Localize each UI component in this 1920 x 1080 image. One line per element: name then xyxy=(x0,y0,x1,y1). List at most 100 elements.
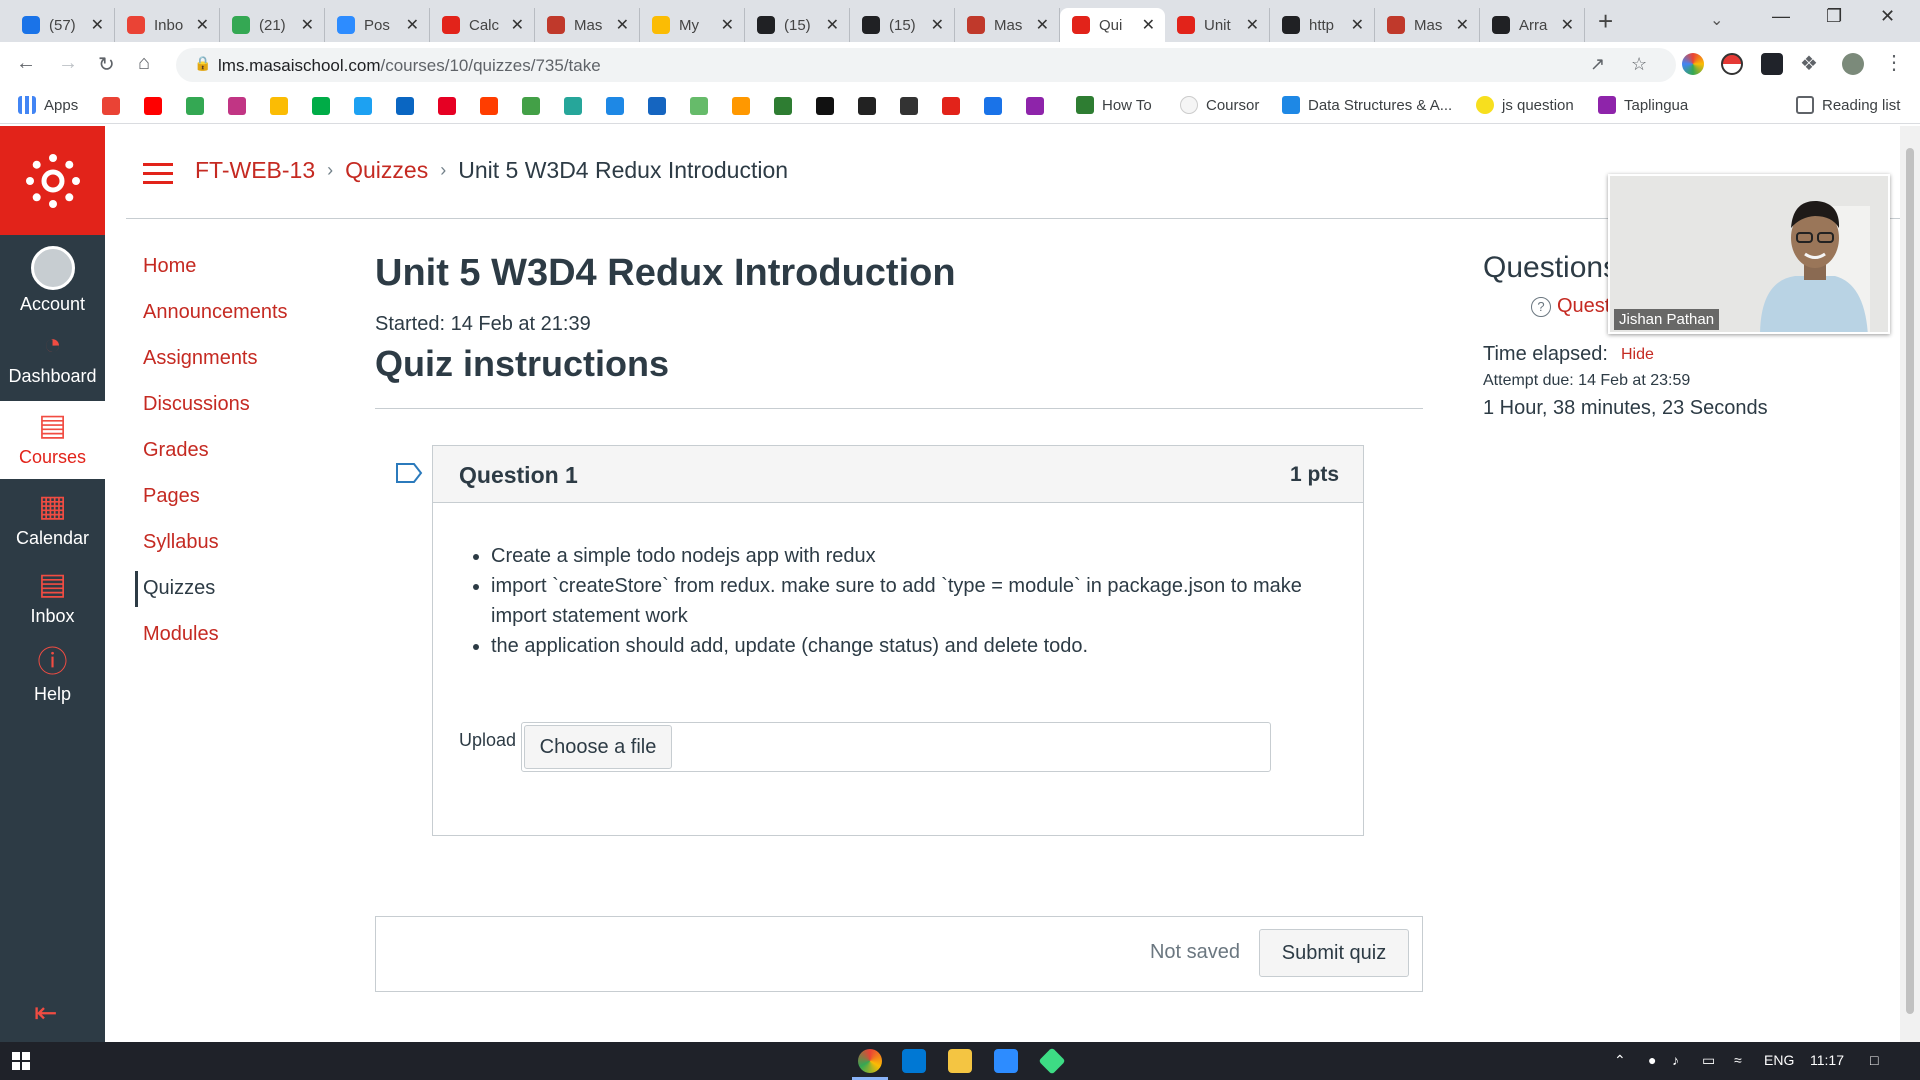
tab-close-icon[interactable]: ✕ xyxy=(1351,15,1364,35)
global-nav-dashboard[interactable]: ◔ Dashboard xyxy=(0,320,105,396)
browser-tab[interactable]: Calc ✕ xyxy=(430,8,535,42)
browser-tab[interactable]: Mas ✕ xyxy=(1375,8,1480,42)
course-nav-modules[interactable]: Modules xyxy=(143,623,219,646)
file-upload-field[interactable]: Choose a file xyxy=(521,722,1271,772)
bookmark-favicon-icon[interactable] xyxy=(438,97,456,115)
bookmark-favicon-icon[interactable] xyxy=(270,97,288,115)
bookmark-favicon-icon[interactable] xyxy=(690,97,708,115)
bookmark-favicon-icon[interactable] xyxy=(144,97,162,115)
bookmark-favicon-icon[interactable] xyxy=(774,97,792,115)
wifi-icon[interactable]: ≈ xyxy=(1734,1052,1742,1068)
bookmark-favicon-icon[interactable] xyxy=(942,97,960,115)
app-taskbar-icon[interactable] xyxy=(1038,1047,1066,1075)
browser-tab[interactable]: Qui ✕ xyxy=(1060,8,1165,42)
microphone-icon[interactable]: ● xyxy=(1648,1052,1656,1068)
course-nav-quizzes[interactable]: Quizzes xyxy=(143,577,215,600)
menu-kebab-icon[interactable]: ⋮ xyxy=(1884,50,1904,75)
notifications-icon[interactable]: □ xyxy=(1870,1052,1878,1068)
volume-icon[interactable]: ♪ xyxy=(1672,1052,1679,1068)
extensions-puzzle-icon[interactable]: ❖ xyxy=(1800,51,1818,76)
tab-close-icon[interactable]: ✕ xyxy=(1246,15,1259,35)
profile-avatar-icon[interactable] xyxy=(1842,53,1864,75)
global-nav-calendar[interactable]: ▦ Calendar xyxy=(0,482,105,558)
bookmark-favicon-icon[interactable] xyxy=(480,97,498,115)
system-clock[interactable]: 11:17 xyxy=(1810,1052,1844,1068)
bookmark-favicon-icon[interactable] xyxy=(606,97,624,115)
tab-close-icon[interactable]: ✕ xyxy=(91,15,104,35)
breadcrumb-course-link[interactable]: FT-WEB-13 xyxy=(195,157,315,184)
bookmark-favicon-icon[interactable] xyxy=(522,97,540,115)
color-extension-icon[interactable] xyxy=(1682,53,1704,75)
course-nav-announcements[interactable]: Announcements xyxy=(143,301,288,324)
tab-close-icon[interactable]: ✕ xyxy=(1142,15,1155,35)
forward-icon[interactable]: → xyxy=(58,52,78,75)
tab-close-icon[interactable]: ✕ xyxy=(616,15,629,35)
flag-question-icon[interactable] xyxy=(395,462,423,484)
course-nav-syllabus[interactable]: Syllabus xyxy=(143,531,219,554)
browser-tab[interactable]: Arra ✕ xyxy=(1480,8,1585,42)
restore-icon[interactable]: ❐ xyxy=(1826,6,1842,27)
bookmark-favicon-icon[interactable] xyxy=(732,97,750,115)
browser-tab[interactable]: http ✕ xyxy=(1270,8,1375,42)
file-explorer-taskbar-icon[interactable] xyxy=(948,1049,972,1073)
tab-close-icon[interactable]: ✕ xyxy=(511,15,524,35)
back-icon[interactable]: ← xyxy=(16,52,36,75)
bookmark-favicon-icon[interactable] xyxy=(648,97,666,115)
bookmark-data-structures[interactable]: Data Structures & A... xyxy=(1282,96,1452,114)
webcam-overlay[interactable]: Jishan Pathan xyxy=(1608,174,1890,334)
close-window-icon[interactable]: ✕ xyxy=(1880,6,1895,27)
tab-close-icon[interactable]: ✕ xyxy=(196,15,209,35)
chrome-taskbar-icon[interactable] xyxy=(858,1049,882,1073)
browser-tab[interactable]: (15) ✕ xyxy=(850,8,955,42)
bookmark-favicon-icon[interactable] xyxy=(1026,97,1044,115)
bookmark-favicon-icon[interactable] xyxy=(858,97,876,115)
bookmark-favicon-icon[interactable] xyxy=(984,97,1002,115)
tab-close-icon[interactable]: ✕ xyxy=(1561,15,1574,35)
browser-tab[interactable]: (15) ✕ xyxy=(745,8,850,42)
home-icon[interactable]: ⌂ xyxy=(138,52,150,75)
address-bar[interactable]: 🔒 lms.masaischool.com/courses/10/quizzes… xyxy=(176,48,1676,82)
windows-start-icon[interactable] xyxy=(12,1052,30,1070)
tab-search-chevron-icon[interactable]: ⌄ xyxy=(1710,10,1723,30)
scrollbar-thumb[interactable] xyxy=(1906,148,1914,1014)
tab-close-icon[interactable]: ✕ xyxy=(931,15,944,35)
bookmark-favicon-icon[interactable] xyxy=(564,97,582,115)
bookmark-coursor[interactable]: Coursor xyxy=(1180,96,1259,114)
course-nav-assignments[interactable]: Assignments xyxy=(143,347,258,370)
bookmark-apps[interactable]: Apps xyxy=(18,96,78,114)
browser-tab[interactable]: Inbo ✕ xyxy=(115,8,220,42)
vscode-taskbar-icon[interactable] xyxy=(902,1049,926,1073)
page-scrollbar[interactable] xyxy=(1900,126,1920,1042)
bookmark-favicon-icon[interactable] xyxy=(186,97,204,115)
language-indicator[interactable]: ENG xyxy=(1764,1052,1794,1068)
tab-close-icon[interactable]: ✕ xyxy=(406,15,419,35)
pokeball-extension-icon[interactable] xyxy=(1721,53,1743,75)
course-nav-pages[interactable]: Pages xyxy=(143,485,200,508)
submit-quiz-button[interactable]: Submit quiz xyxy=(1259,929,1409,977)
collapse-nav-icon[interactable]: ⇤ xyxy=(34,996,57,1029)
bookmark-favicon-icon[interactable] xyxy=(396,97,414,115)
global-nav-inbox[interactable]: ▤ Inbox xyxy=(0,560,105,636)
breadcrumb-quizzes-link[interactable]: Quizzes xyxy=(345,157,428,184)
course-nav-discussions[interactable]: Discussions xyxy=(143,393,250,416)
browser-tab[interactable]: My ✕ xyxy=(640,8,745,42)
course-menu-hamburger-icon[interactable] xyxy=(143,163,173,185)
bookmark-js-question[interactable]: js question xyxy=(1476,96,1574,114)
browser-tab[interactable]: Mas ✕ xyxy=(535,8,640,42)
browser-tab[interactable]: Pos ✕ xyxy=(325,8,430,42)
global-nav-account[interactable]: Account xyxy=(0,238,105,314)
browser-tab[interactable]: (21) ✕ xyxy=(220,8,325,42)
global-nav-help[interactable]: ⓘ Help xyxy=(0,638,105,714)
browser-tab[interactable]: Mas ✕ xyxy=(955,8,1060,42)
react-devtools-icon[interactable] xyxy=(1761,53,1783,75)
bookmark-favicon-icon[interactable] xyxy=(354,97,372,115)
tab-close-icon[interactable]: ✕ xyxy=(721,15,734,35)
tab-close-icon[interactable]: ✕ xyxy=(1456,15,1469,35)
bookmark-star-icon[interactable]: ☆ xyxy=(1631,54,1647,75)
new-tab-button[interactable]: + xyxy=(1598,8,1613,34)
bookmark-favicon-icon[interactable] xyxy=(312,97,330,115)
tab-close-icon[interactable]: ✕ xyxy=(826,15,839,35)
choose-file-button[interactable]: Choose a file xyxy=(524,725,672,769)
bookmark-how-to[interactable]: How To xyxy=(1076,96,1152,114)
reading-list-button[interactable]: Reading list xyxy=(1796,96,1900,114)
